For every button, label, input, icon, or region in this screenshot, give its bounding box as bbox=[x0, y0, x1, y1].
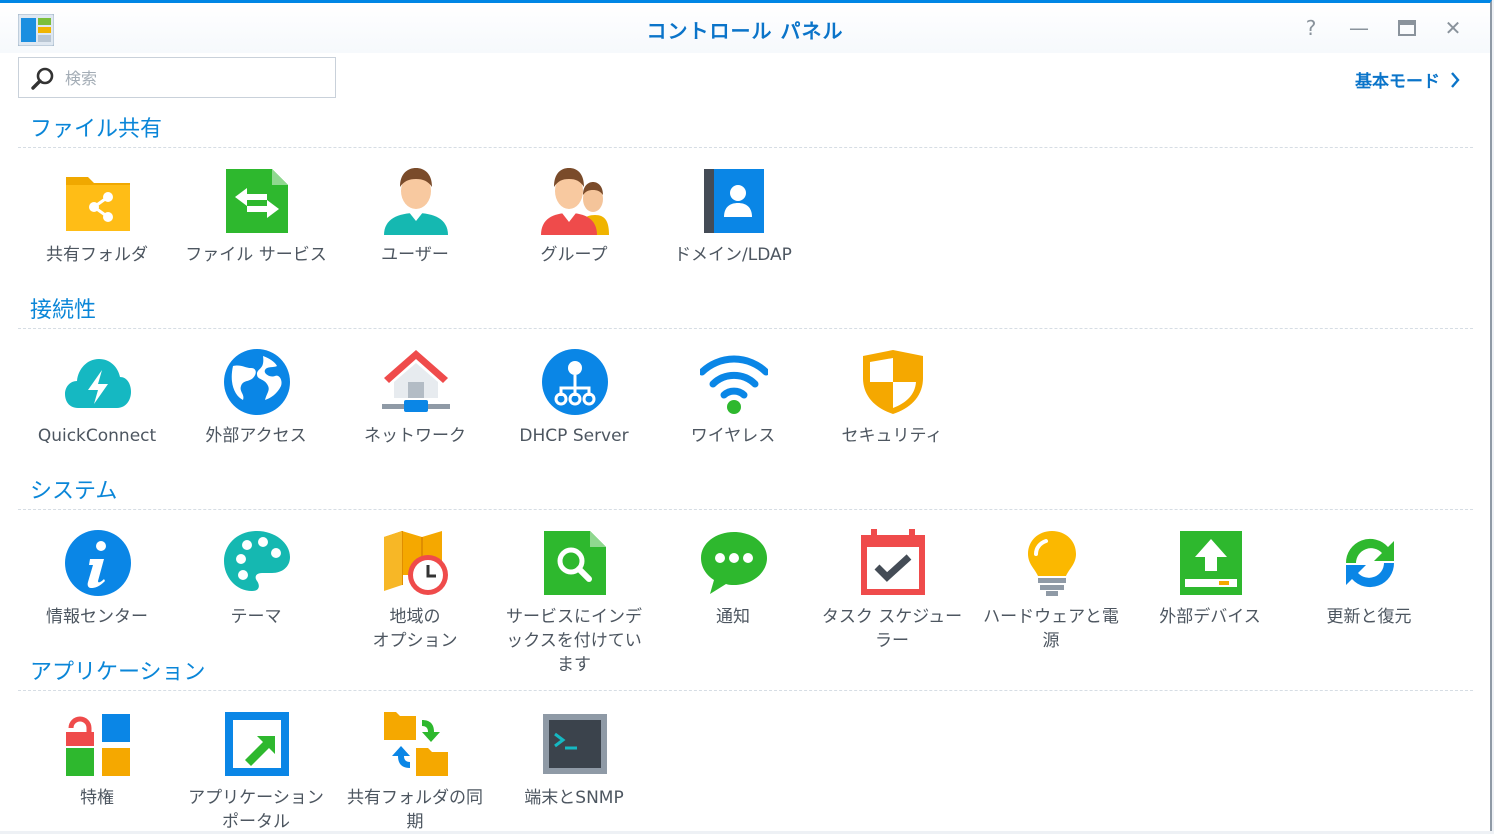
item-shared-folder[interactable]: 共有フォルダ bbox=[22, 167, 172, 285]
item-label: 情報センター bbox=[46, 607, 148, 627]
item-security[interactable]: セキュリティ bbox=[817, 348, 967, 466]
item-external-devices[interactable]: 外部デバイス bbox=[1135, 529, 1285, 647]
window-title: コントロール パネル bbox=[646, 19, 844, 43]
item-user[interactable]: ユーザー bbox=[340, 167, 490, 285]
privileges-icon bbox=[64, 710, 132, 778]
item-wireless[interactable]: ワイヤレス bbox=[658, 348, 808, 466]
section-divider bbox=[18, 690, 1473, 691]
item-info-center[interactable]: 情報センター bbox=[22, 529, 172, 647]
external-drive-icon bbox=[1177, 529, 1245, 597]
item-label: 特権 bbox=[80, 788, 114, 808]
item-group[interactable]: グループ bbox=[499, 167, 649, 285]
user-icon bbox=[382, 167, 450, 235]
item-label: DHCP Server bbox=[519, 426, 629, 446]
item-network[interactable]: ネットワーク bbox=[340, 348, 490, 466]
refresh-icon bbox=[1336, 529, 1404, 597]
minimize-icon: — bbox=[1349, 16, 1369, 40]
help-button[interactable]: ? bbox=[1298, 15, 1324, 41]
control-panel-window: コントロール パネル ? — ✕ 基本モード ファイル共有 共有フォルダ ファイ… bbox=[0, 0, 1492, 832]
item-label: ワイヤレス bbox=[690, 426, 776, 446]
item-label: 更新と復元 bbox=[1326, 607, 1412, 627]
item-label: 共有フォルダ bbox=[46, 245, 148, 265]
item-label: 地域の オプション bbox=[372, 607, 458, 651]
app-portal-icon bbox=[223, 710, 291, 778]
shared-folder-icon bbox=[64, 167, 132, 235]
basic-mode-label: 基本モード bbox=[1355, 72, 1440, 92]
item-quickconnect[interactable]: QuickConnect bbox=[22, 348, 172, 466]
item-update-restore[interactable]: 更新と復元 bbox=[1294, 529, 1444, 647]
item-label: アプリケーション ポータル bbox=[188, 788, 324, 832]
item-label: 端末とSNMP bbox=[524, 788, 624, 808]
close-button[interactable]: ✕ bbox=[1440, 15, 1466, 41]
section-title-connectivity: 接続性 bbox=[30, 298, 97, 323]
item-label: ファイル サービス bbox=[185, 245, 327, 265]
item-label: グループ bbox=[540, 245, 608, 265]
item-hardware-power[interactable]: ハードウェアと電源 bbox=[976, 529, 1126, 651]
shield-icon bbox=[859, 348, 927, 416]
item-label: 通知 bbox=[716, 607, 750, 627]
folder-sync-icon bbox=[382, 710, 450, 778]
item-indexing-service[interactable]: サービスにインデックスを付けています bbox=[499, 529, 649, 675]
palette-icon bbox=[223, 529, 291, 597]
item-label: QuickConnect bbox=[37, 426, 157, 446]
item-external-access[interactable]: 外部アクセス bbox=[181, 348, 331, 466]
search-input[interactable] bbox=[63, 64, 327, 92]
item-label: 共有フォルダの同期 bbox=[347, 788, 483, 832]
search-box[interactable] bbox=[18, 57, 336, 98]
section-title-file-sharing: ファイル共有 bbox=[30, 117, 163, 142]
domain-ldap-icon bbox=[700, 167, 768, 235]
wifi-icon bbox=[700, 348, 768, 416]
section-divider bbox=[18, 509, 1473, 510]
lightbulb-icon bbox=[1018, 529, 1086, 597]
item-label: 外部アクセス bbox=[205, 426, 307, 446]
item-label: タスク スケジューラー bbox=[821, 607, 963, 651]
item-label: ハードウェアと電源 bbox=[983, 607, 1119, 651]
dhcp-server-icon bbox=[541, 348, 609, 416]
minimize-button[interactable]: — bbox=[1346, 15, 1372, 41]
close-icon: ✕ bbox=[1444, 16, 1462, 40]
item-shared-folder-sync[interactable]: 共有フォルダの同期 bbox=[340, 710, 490, 832]
map-clock-icon bbox=[382, 529, 450, 597]
item-label: ユーザー bbox=[381, 245, 449, 265]
chat-bubble-icon bbox=[700, 529, 768, 597]
group-icon bbox=[541, 167, 609, 235]
search-document-icon bbox=[541, 529, 609, 597]
info-icon bbox=[64, 529, 132, 597]
item-dhcp-server[interactable]: DHCP Server bbox=[499, 348, 649, 466]
globe-icon bbox=[223, 348, 291, 416]
item-privileges[interactable]: 特権 bbox=[22, 710, 172, 828]
file-services-icon bbox=[223, 167, 291, 235]
terminal-icon bbox=[541, 710, 609, 778]
item-terminal-snmp[interactable]: 端末とSNMP bbox=[499, 710, 649, 828]
section-title-system: システム bbox=[30, 479, 118, 504]
item-application-portal[interactable]: アプリケーション ポータル bbox=[181, 710, 331, 832]
section-title-applications: アプリケーション bbox=[30, 660, 206, 685]
item-label: ネットワーク bbox=[364, 426, 466, 446]
item-theme[interactable]: テーマ bbox=[181, 529, 331, 647]
network-house-icon bbox=[382, 348, 450, 416]
help-icon: ? bbox=[1305, 16, 1317, 40]
search-icon bbox=[31, 67, 54, 90]
section-divider bbox=[18, 328, 1473, 329]
item-label: ドメイン/LDAP bbox=[674, 245, 792, 265]
item-regional-options[interactable]: 地域の オプション bbox=[340, 529, 490, 651]
title-bar: コントロール パネル ? — ✕ bbox=[0, 3, 1490, 53]
quickconnect-icon bbox=[64, 348, 132, 416]
item-label: セキュリティ bbox=[841, 426, 943, 446]
item-domain-ldap[interactable]: ドメイン/LDAP bbox=[658, 167, 808, 285]
maximize-icon bbox=[1398, 20, 1416, 36]
basic-mode-link[interactable]: 基本モード bbox=[1355, 67, 1460, 92]
section-divider bbox=[18, 147, 1473, 148]
item-task-scheduler[interactable]: タスク スケジューラー bbox=[817, 529, 967, 651]
item-label: サービスにインデックスを付けています bbox=[506, 607, 642, 675]
item-label: 外部デバイス bbox=[1159, 607, 1261, 627]
item-notification[interactable]: 通知 bbox=[658, 529, 808, 647]
item-label: テーマ bbox=[230, 607, 282, 627]
calendar-check-icon bbox=[859, 529, 927, 597]
chevron-right-icon bbox=[1451, 71, 1460, 88]
item-file-services[interactable]: ファイル サービス bbox=[181, 167, 331, 285]
maximize-button[interactable] bbox=[1394, 15, 1420, 41]
